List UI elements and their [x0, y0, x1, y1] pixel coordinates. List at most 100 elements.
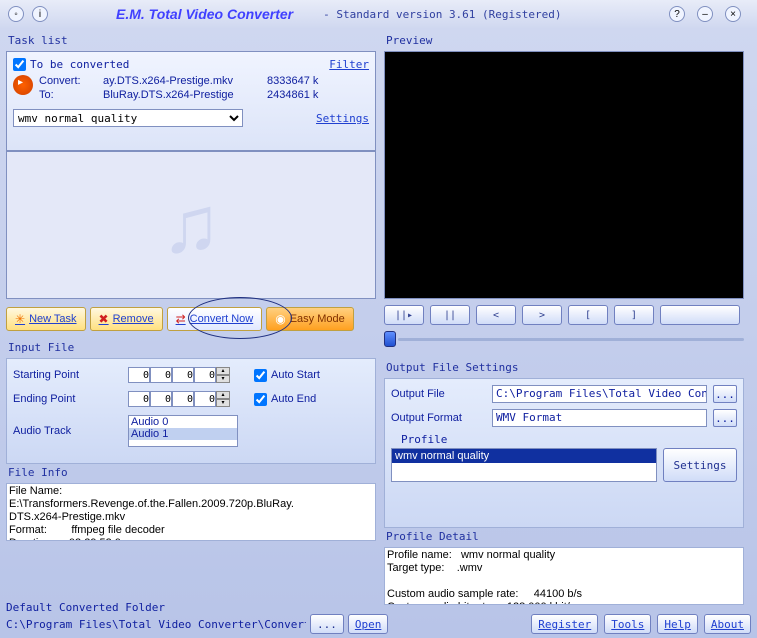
fileinfo-line: Duration: 02:29:53.0 [9, 537, 373, 541]
back-button[interactable]: < [476, 305, 516, 325]
action-button-row: ✳New Task ✖Remove ⇄Convert Now ◉Easy Mod… [6, 307, 376, 331]
easy-mode-button[interactable]: ◉Easy Mode [266, 307, 354, 331]
version-text: - Standard version 3.61 (Registered) [323, 8, 561, 21]
default-folder-header: Default Converted Folder [6, 601, 751, 614]
to-size: 2434861 k [267, 89, 337, 101]
detail-line [387, 575, 741, 588]
easy-icon: ◉ [275, 312, 285, 326]
help-icon[interactable]: ? [669, 6, 685, 22]
file-info-header: File Info [8, 466, 376, 479]
quality-select[interactable]: wmv normal quality [13, 109, 243, 127]
slider-track[interactable] [398, 338, 744, 341]
task-list-header: Task list [8, 34, 376, 47]
info-icon[interactable]: i [32, 6, 48, 22]
convert-icon: ⇄ [176, 312, 186, 326]
auto-end-label: Auto End [271, 393, 316, 405]
open-folder-button[interactable]: Open [348, 614, 389, 634]
profile-label: Profile [401, 433, 737, 446]
minimize-icon[interactable]: – [697, 6, 713, 22]
convert-file: ay.DTS.x264-Prestige.mkv [103, 75, 263, 87]
new-task-button[interactable]: ✳New Task [6, 307, 86, 331]
input-file-panel: Starting Point ▴▾ Auto Start Ending Poin… [6, 358, 376, 464]
play-button[interactable]: ||▸ [384, 305, 424, 325]
blank-button[interactable] [660, 305, 740, 325]
task-settings-link[interactable]: Settings [316, 112, 369, 125]
audio-option-1[interactable]: Audio 1 [129, 428, 237, 440]
audio-option-0[interactable]: Audio 0 [129, 416, 237, 428]
end-ms[interactable] [194, 391, 216, 407]
fileinfo-line: E:\Transformers.Revenge.of.the.Fallen.20… [9, 498, 373, 511]
playback-controls: ||▸ || < > [ ] [384, 305, 744, 325]
register-button[interactable]: Register [531, 614, 598, 634]
help-button[interactable]: Help [657, 614, 698, 634]
forward-button[interactable]: > [522, 305, 562, 325]
output-format-browse[interactable]: ... [713, 409, 737, 427]
start-s[interactable] [172, 367, 194, 383]
auto-end-checkbox[interactable] [254, 393, 267, 406]
end-m[interactable] [150, 391, 172, 407]
to-be-converted-label: To be converted [30, 58, 129, 71]
queue-panel: ♫ [6, 151, 376, 299]
app-title: E.M. Total Video Converter [116, 6, 293, 22]
to-be-converted-checkbox[interactable] [13, 58, 26, 71]
fileinfo-line: File Name: [9, 485, 373, 498]
browse-folder-button[interactable]: ... [310, 614, 344, 634]
remove-icon: ✖ [99, 312, 109, 326]
output-settings-header: Output File Settings [386, 361, 744, 374]
convert-label: Convert: [39, 75, 99, 87]
fileinfo-line: DTS.x264-Prestige.mkv [9, 511, 373, 524]
end-s[interactable] [172, 391, 194, 407]
tools-button[interactable]: Tools [604, 614, 651, 634]
fileinfo-line: Format: ffmpeg file decoder [9, 524, 373, 537]
profile-settings-button[interactable]: Settings [663, 448, 737, 482]
output-format-field[interactable]: WMV Format [492, 409, 707, 427]
pause-button[interactable]: || [430, 305, 470, 325]
plus-icon: ✳ [15, 312, 25, 326]
queue-bg-icon: ♫ [7, 152, 375, 298]
audio-track-list[interactable]: Audio 0 Audio 1 [128, 415, 238, 447]
app-menu-icon[interactable]: ◦ [8, 6, 24, 22]
end-spinner[interactable]: ▴▾ [216, 391, 230, 407]
output-settings-panel: Output File C:\Program Files\Total Video… [384, 378, 744, 528]
preview-header: Preview [386, 34, 744, 47]
start-m[interactable] [150, 367, 172, 383]
detail-line: Profile name: wmv normal quality [387, 549, 741, 562]
starting-point-label: Starting Point [13, 369, 128, 381]
media-file-icon [13, 75, 33, 95]
audio-track-label: Audio Track [13, 425, 128, 437]
output-format-label: Output Format [391, 412, 486, 424]
seek-slider[interactable] [384, 331, 744, 347]
ending-point-label: Ending Point [13, 393, 128, 405]
output-file-field[interactable]: C:\Program Files\Total Video Convert [492, 385, 707, 403]
about-button[interactable]: About [704, 614, 751, 634]
preview-canvas [384, 51, 744, 299]
to-label: To: [39, 89, 99, 101]
start-ms[interactable] [194, 367, 216, 383]
profile-detail-panel[interactable]: Profile name: wmv normal quality Target … [384, 547, 744, 605]
profile-detail-header: Profile Detail [386, 530, 744, 543]
start-spinner[interactable]: ▴▾ [216, 367, 230, 383]
auto-start-checkbox[interactable] [254, 369, 267, 382]
mark-out-button[interactable]: ] [614, 305, 654, 325]
output-file-browse[interactable]: ... [713, 385, 737, 403]
detail-line: Target type: .wmv [387, 562, 741, 575]
profile-list[interactable]: wmv normal quality [391, 448, 657, 482]
input-file-header: Input File [8, 341, 376, 354]
titlebar: ◦ i E.M. Total Video Converter - Standar… [0, 0, 757, 28]
end-h[interactable] [128, 391, 150, 407]
close-icon[interactable]: × [725, 6, 741, 22]
remove-button[interactable]: ✖Remove [90, 307, 163, 331]
profile-item-selected[interactable]: wmv normal quality [392, 449, 656, 463]
detail-line: Custom audio sample rate: 44100 b/s [387, 588, 741, 601]
slider-thumb-icon[interactable] [384, 331, 396, 347]
output-file-label: Output File [391, 388, 486, 400]
default-folder-path: C:\Program Files\Total Video Converter\C… [6, 618, 306, 631]
filter-link[interactable]: Filter [329, 58, 369, 71]
convert-size: 8333647 k [267, 75, 337, 87]
auto-start-label: Auto Start [271, 369, 320, 381]
convert-now-button[interactable]: ⇄Convert Now [167, 307, 263, 331]
mark-in-button[interactable]: [ [568, 305, 608, 325]
file-info-panel[interactable]: File Name: E:\Transformers.Revenge.of.th… [6, 483, 376, 541]
start-h[interactable] [128, 367, 150, 383]
task-panel: To be converted Filter Convert: ay.DTS.x… [6, 51, 376, 151]
